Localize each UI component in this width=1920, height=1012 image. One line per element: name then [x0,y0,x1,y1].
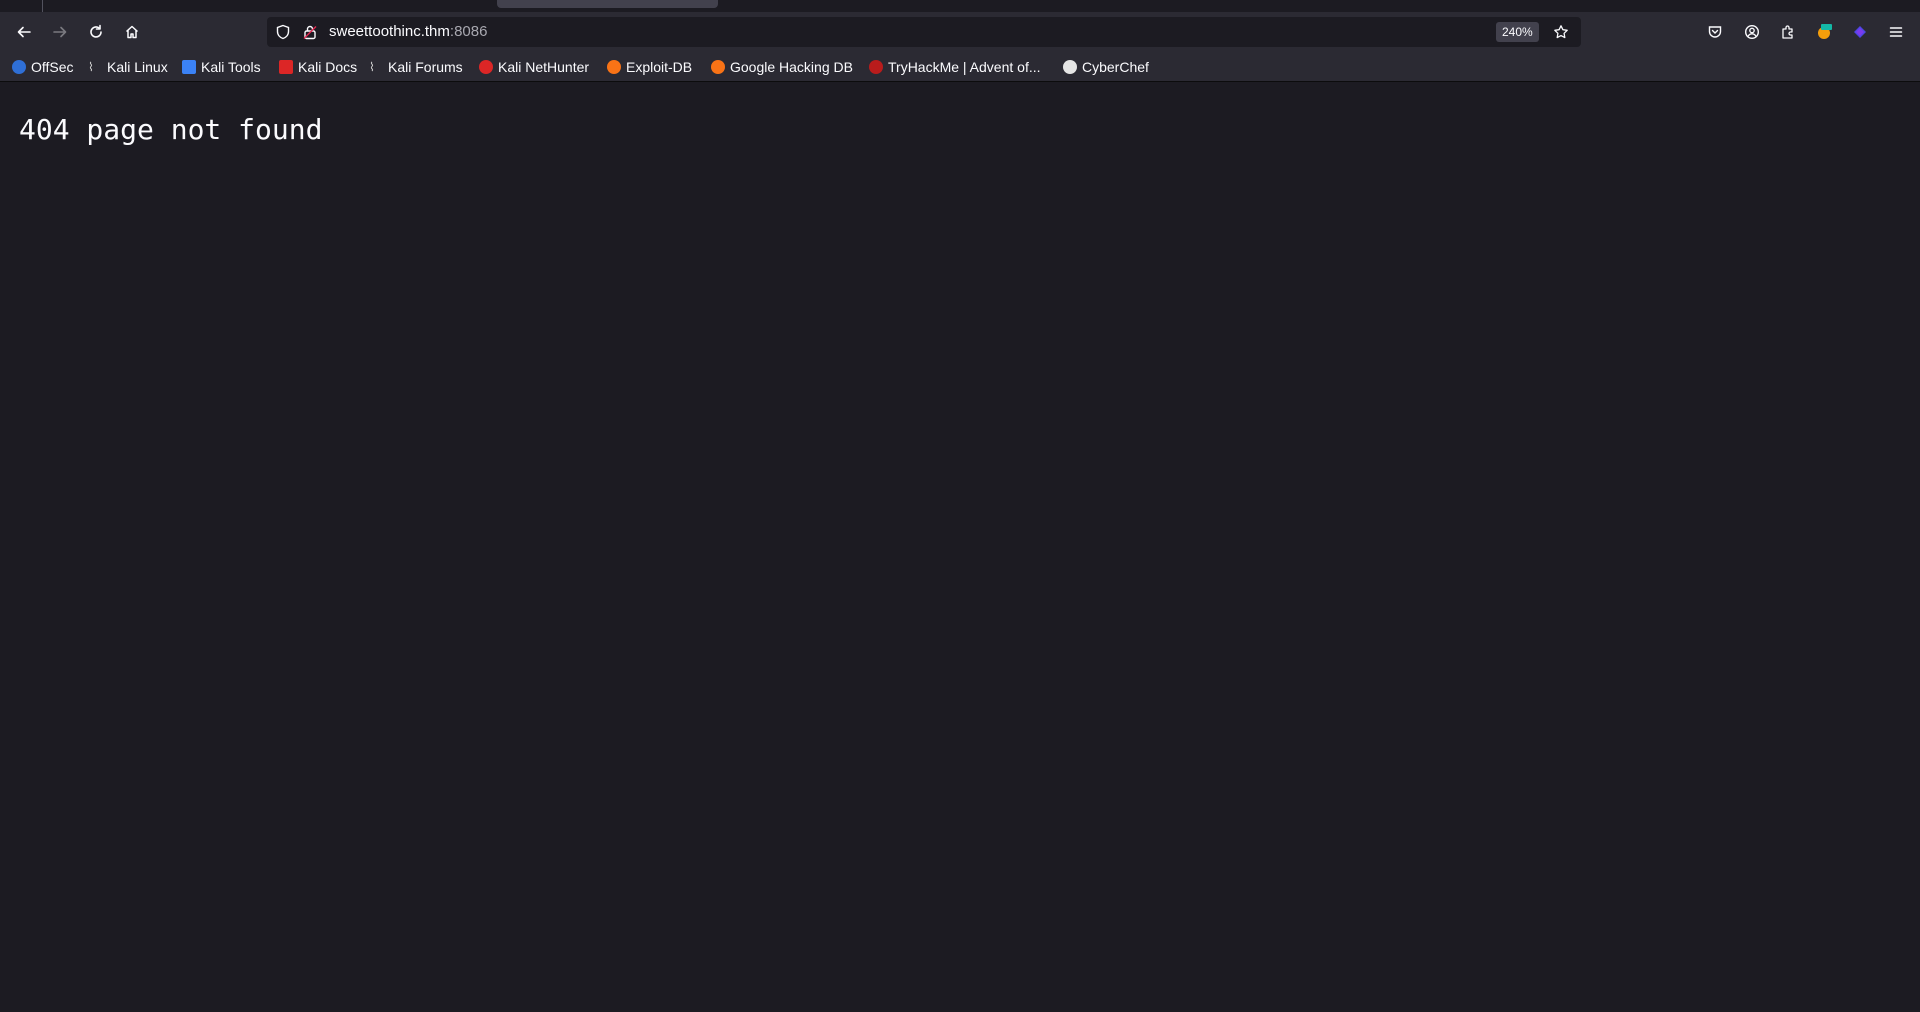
purple-diamond-icon [1854,26,1866,38]
reload-button[interactable] [82,18,110,46]
bookmark-label: OffSec [31,59,74,75]
app-menu-button[interactable] [1886,22,1906,42]
page-content: 404 page not found [0,83,1920,1012]
navigation-toolbar: sweettoothinc.thm:8086 240% [0,12,1920,52]
back-button[interactable] [10,18,38,46]
kali-dragon-icon: ⌇ [88,60,94,74]
tab-strip [0,0,1920,12]
reload-icon [90,24,102,38]
exploitdb-icon [607,60,621,74]
url-port: :8086 [449,23,488,40]
burp-extension-icon [1818,24,1832,39]
bookmark-label: Exploit-DB [626,59,693,75]
bookmark-kali-nethunter[interactable]: Kali NetHunter [479,59,589,75]
forward-button[interactable] [46,18,74,46]
arrow-left-icon [17,26,31,38]
tryhackme-icon [869,60,883,74]
kali-dragon-icon: ⌇ [369,60,375,74]
bookmarks-toolbar: OffSec ⌇ Kali Linux Kali Tools Kali Docs … [0,52,1920,82]
bookmark-label: Kali Docs [298,59,358,75]
error-message: 404 page not found [19,113,323,146]
bookmark-google-hacking-db[interactable]: Google Hacking DB [711,59,853,75]
nethunter-icon [479,60,493,74]
bookmark-label: Kali Forums [388,59,463,75]
offsec-icon [12,60,26,74]
vpn-extension-button[interactable] [1850,22,1870,42]
bookmark-label: Kali Tools [201,59,261,75]
pocket-button[interactable] [1705,22,1725,42]
bookmark-label: CyberChef [1082,59,1149,75]
pocket-icon [1708,26,1722,38]
bookmark-star-icon[interactable] [1553,24,1569,40]
hamburger-menu-icon [1889,27,1903,37]
bookmark-kali-linux[interactable]: ⌇ Kali Linux [88,59,168,75]
bookmark-kali-docs[interactable]: Kali Docs [279,59,357,75]
insecure-lock-icon[interactable] [302,24,318,40]
bookmark-tryhackme[interactable]: TryHackMe | Advent of... [869,59,1041,75]
home-icon [125,25,139,39]
extensions-button[interactable] [1778,22,1798,42]
bookmark-label: TryHackMe | Advent of... [888,59,1041,75]
bookmark-exploit-db[interactable]: Exploit-DB [607,59,692,75]
kali-tools-icon [182,60,196,74]
bookmark-label: Kali NetHunter [498,59,590,75]
home-button[interactable] [118,18,146,46]
cyberchef-icon [1063,60,1077,74]
url-text[interactable]: sweettoothinc.thm:8086 [329,24,487,40]
bookmark-label: Kali Linux [107,59,168,75]
tab-separator [42,0,43,12]
burp-extension-button[interactable] [1814,22,1834,42]
zoom-indicator-button[interactable]: 240% [1496,22,1539,42]
account-icon [1744,24,1760,40]
bookmark-cyberchef[interactable]: CyberChef [1063,59,1149,75]
puzzle-piece-icon [1782,25,1793,39]
bookmark-kali-forums[interactable]: ⌇ Kali Forums [369,59,463,75]
url-bar[interactable]: sweettoothinc.thm:8086 240% [267,17,1581,47]
account-button[interactable] [1742,22,1762,42]
ghdb-icon [711,60,725,74]
arrow-right-icon [53,26,67,38]
bookmark-offsec[interactable]: OffSec [12,59,74,75]
url-host: sweettoothinc.thm [329,23,450,40]
kali-docs-icon [279,60,293,74]
bookmark-label: Google Hacking DB [730,59,853,75]
bookmark-kali-tools[interactable]: Kali Tools [182,59,261,75]
tracking-protection-shield-icon[interactable] [275,24,291,40]
active-tab[interactable] [497,0,718,8]
